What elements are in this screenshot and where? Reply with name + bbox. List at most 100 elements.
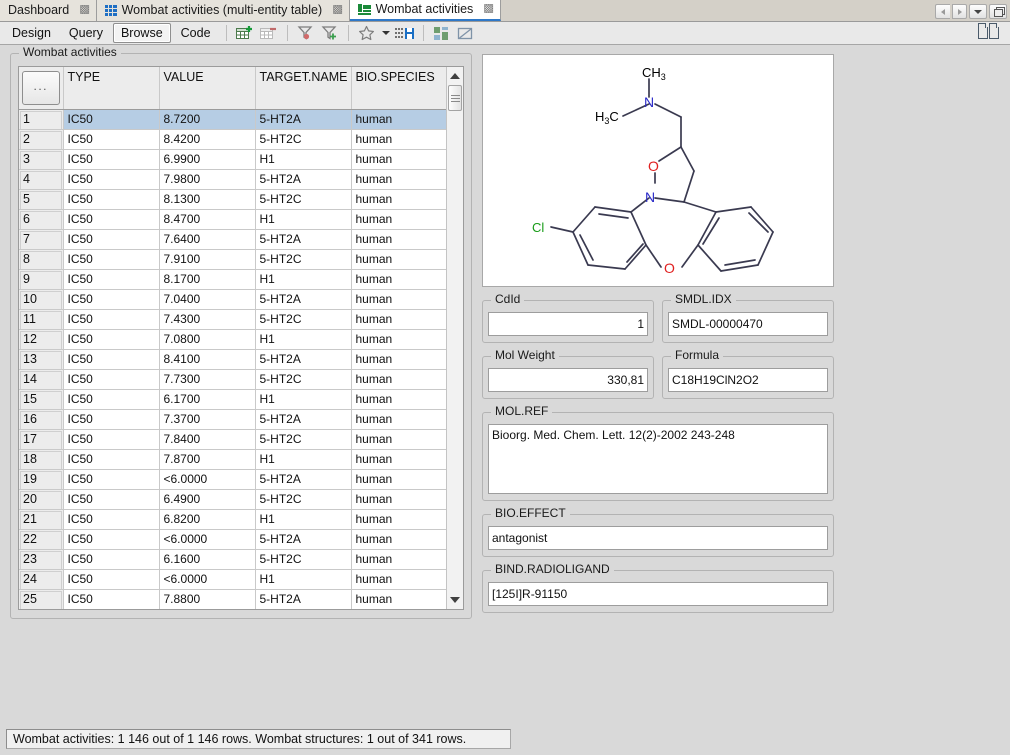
table-row[interactable]: 6IC508.4700H1human	[19, 209, 446, 229]
mode-code-button[interactable]: Code	[173, 23, 219, 43]
input-mol-weight[interactable]: 330,81	[488, 368, 648, 392]
row-number[interactable]: 19	[19, 469, 63, 489]
cell-value[interactable]: <6.0000	[159, 529, 255, 549]
cell-type[interactable]: IC50	[63, 269, 159, 289]
close-icon[interactable]: ▩	[484, 3, 495, 15]
row-number[interactable]: 14	[19, 369, 63, 389]
chevron-down-icon[interactable]	[969, 4, 987, 19]
back-arrow-icon[interactable]	[935, 4, 950, 19]
close-icon[interactable]: ▩	[79, 4, 90, 16]
row-number[interactable]: 25	[19, 589, 63, 609]
cell-bio-species[interactable]: human	[351, 289, 446, 309]
cell-value[interactable]: <6.0000	[159, 569, 255, 589]
table-row[interactable]: 1IC508.72005-HT2Ahuman	[19, 109, 446, 129]
cell-type[interactable]: IC50	[63, 109, 159, 129]
row-number[interactable]: 23	[19, 549, 63, 569]
table-row[interactable]: 12IC507.0800H1human	[19, 329, 446, 349]
cell-bio-species[interactable]: human	[351, 569, 446, 589]
cell-value[interactable]: 6.8200	[159, 509, 255, 529]
row-number[interactable]: 10	[19, 289, 63, 309]
table-row[interactable]: 23IC506.16005-HT2Chuman	[19, 549, 446, 569]
input-formula[interactable]: C18H19ClN2O2	[668, 368, 828, 392]
cell-value[interactable]: 6.4900	[159, 489, 255, 509]
grid-vertical-scrollbar[interactable]	[446, 67, 463, 609]
save-layout-icon[interactable]	[394, 24, 416, 43]
cell-value[interactable]: 7.8400	[159, 429, 255, 449]
cell-bio-species[interactable]: human	[351, 309, 446, 329]
row-number[interactable]: 22	[19, 529, 63, 549]
row-number[interactable]: 18	[19, 449, 63, 469]
cell-type[interactable]: IC50	[63, 409, 159, 429]
cell-type[interactable]: IC50	[63, 469, 159, 489]
folders-icon[interactable]	[978, 27, 1000, 40]
table-row[interactable]: 3IC506.9900H1human	[19, 149, 446, 169]
table-row[interactable]: 5IC508.13005-HT2Chuman	[19, 189, 446, 209]
table-row[interactable]: 13IC508.41005-HT2Ahuman	[19, 349, 446, 369]
cell-target-name[interactable]: H1	[255, 329, 351, 349]
cell-value[interactable]: 7.9100	[159, 249, 255, 269]
close-icon[interactable]: ▩	[332, 4, 343, 16]
cell-target-name[interactable]: 5-HT2C	[255, 189, 351, 209]
tab-wombat-activities[interactable]: Wombat activities ▩	[350, 0, 501, 21]
table-row[interactable]: 8IC507.91005-HT2Chuman	[19, 249, 446, 269]
cell-type[interactable]: IC50	[63, 369, 159, 389]
cell-bio-species[interactable]: human	[351, 449, 446, 469]
cell-type[interactable]: IC50	[63, 569, 159, 589]
input-mol-ref[interactable]: Bioorg. Med. Chem. Lett. 12(2)-2002 243-…	[488, 424, 828, 494]
cell-type[interactable]: IC50	[63, 549, 159, 569]
cell-target-name[interactable]: 5-HT2A	[255, 589, 351, 609]
cell-type[interactable]: IC50	[63, 329, 159, 349]
row-number[interactable]: 15	[19, 389, 63, 409]
cell-value[interactable]: 7.9800	[159, 169, 255, 189]
cell-type[interactable]: IC50	[63, 529, 159, 549]
forward-arrow-icon[interactable]	[952, 4, 967, 19]
cell-type[interactable]: IC50	[63, 289, 159, 309]
cell-target-name[interactable]: H1	[255, 509, 351, 529]
cell-bio-species[interactable]: human	[351, 109, 446, 129]
cell-type[interactable]: IC50	[63, 249, 159, 269]
tab-wombat-activities-multi-entity[interactable]: Wombat activities (multi-entity table) ▩	[97, 0, 350, 21]
favorites-dropdown-icon[interactable]	[380, 24, 392, 43]
table-row[interactable]: 14IC507.73005-HT2Chuman	[19, 369, 446, 389]
cell-type[interactable]: IC50	[63, 129, 159, 149]
cell-type[interactable]: IC50	[63, 589, 159, 609]
cell-type[interactable]: IC50	[63, 349, 159, 369]
row-number[interactable]: 9	[19, 269, 63, 289]
cell-bio-species[interactable]: human	[351, 389, 446, 409]
cell-bio-species[interactable]: human	[351, 549, 446, 569]
cell-bio-species[interactable]: human	[351, 329, 446, 349]
cell-value[interactable]: 7.6400	[159, 229, 255, 249]
export-icon[interactable]	[455, 24, 477, 43]
cell-bio-species[interactable]: human	[351, 489, 446, 509]
row-number[interactable]: 4	[19, 169, 63, 189]
table-row[interactable]: 2IC508.42005-HT2Chuman	[19, 129, 446, 149]
column-header-target-name[interactable]: TARGET.NAME	[255, 67, 351, 109]
cell-target-name[interactable]: H1	[255, 149, 351, 169]
cell-value[interactable]: 6.9900	[159, 149, 255, 169]
row-number[interactable]: 8	[19, 249, 63, 269]
cell-target-name[interactable]: 5-HT2C	[255, 429, 351, 449]
scroll-down-button[interactable]	[447, 591, 463, 609]
cell-value[interactable]: 7.0800	[159, 329, 255, 349]
table-row[interactable]: 24IC50<6.0000H1human	[19, 569, 446, 589]
table-row[interactable]: 17IC507.84005-HT2Chuman	[19, 429, 446, 449]
table-row[interactable]: 9IC508.1700H1human	[19, 269, 446, 289]
table-row[interactable]: 7IC507.64005-HT2Ahuman	[19, 229, 446, 249]
cell-value[interactable]: 8.4200	[159, 129, 255, 149]
cell-target-name[interactable]: H1	[255, 569, 351, 589]
cell-bio-species[interactable]: human	[351, 129, 446, 149]
row-number[interactable]: 21	[19, 509, 63, 529]
cell-target-name[interactable]: 5-HT2C	[255, 369, 351, 389]
cell-bio-species[interactable]: human	[351, 349, 446, 369]
cell-type[interactable]: IC50	[63, 209, 159, 229]
cell-target-name[interactable]: 5-HT2A	[255, 409, 351, 429]
cell-bio-species[interactable]: human	[351, 589, 446, 609]
table-row[interactable]: 19IC50<6.00005-HT2Ahuman	[19, 469, 446, 489]
cell-value[interactable]: <6.0000	[159, 469, 255, 489]
row-number[interactable]: 12	[19, 329, 63, 349]
delete-row-icon[interactable]	[258, 24, 280, 43]
cell-type[interactable]: IC50	[63, 309, 159, 329]
row-number[interactable]: 5	[19, 189, 63, 209]
input-bind-radioligand[interactable]: [125I]R-91150	[488, 582, 828, 606]
cell-type[interactable]: IC50	[63, 449, 159, 469]
